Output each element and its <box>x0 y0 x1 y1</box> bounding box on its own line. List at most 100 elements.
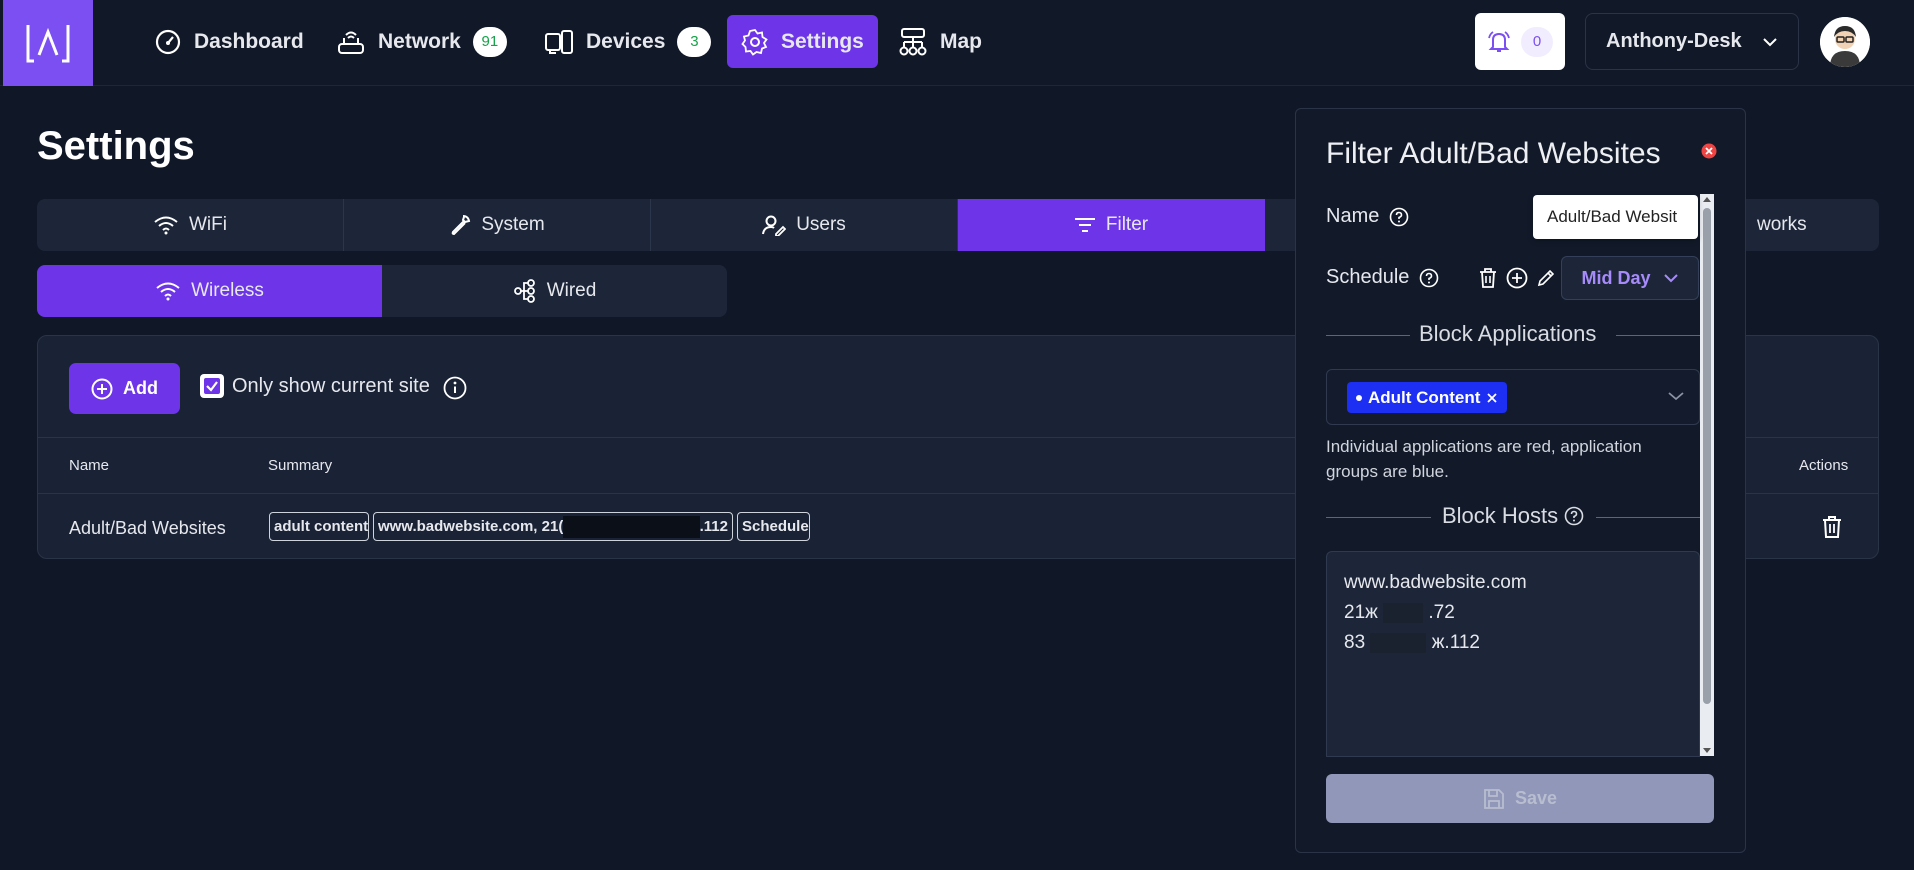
schedule-value: Mid Day <box>1581 267 1651 288</box>
info-icon[interactable] <box>443 376 467 400</box>
hosts-chip-end: .112 <box>699 518 728 535</box>
help-icon[interactable] <box>1389 207 1409 227</box>
user-edit-icon <box>762 215 787 236</box>
block-applications-select[interactable]: Adult Content <box>1326 369 1700 425</box>
top-navigation-bar: Dashboard Network 91 Devices 3 Settings <box>0 0 1914 86</box>
connection-subtabs: Wireless Wired <box>37 265 727 317</box>
wifi-icon <box>154 216 178 235</box>
nav-settings-label: Settings <box>781 29 864 53</box>
subtab-wired[interactable]: Wired <box>382 265 727 317</box>
gauge-icon <box>155 29 181 54</box>
gear-icon <box>741 28 768 56</box>
trash-icon[interactable] <box>1478 267 1498 289</box>
drawer-title: Filter Adult/Bad Websites <box>1326 137 1661 170</box>
host-start: 21ж <box>1344 602 1378 623</box>
avatar-image <box>1820 17 1870 67</box>
redaction-bar <box>1383 602 1424 623</box>
schedule-select[interactable]: Mid Day <box>1561 256 1699 300</box>
notifications-button[interactable]: 0 <box>1475 13 1565 70</box>
wifi-icon <box>156 282 180 301</box>
schedule-field-label: Schedule <box>1326 266 1439 289</box>
tab-wifi[interactable]: WiFi <box>37 199 344 251</box>
tab-filter[interactable]: Filter <box>958 199 1265 251</box>
tab-users-label: Users <box>796 214 846 235</box>
name-input[interactable]: Adult/Bad Websit <box>1533 195 1698 239</box>
block-hosts-title: Block Hosts <box>1442 503 1584 529</box>
logo-icon <box>26 25 70 63</box>
host-end: ж.112 <box>1431 632 1480 653</box>
name-field-label: Name <box>1326 205 1409 228</box>
tag-dot <box>1356 394 1362 401</box>
tab-users[interactable]: Users <box>651 199 958 251</box>
only-current-site-toggle[interactable]: Only show current site <box>200 374 430 398</box>
sitemap-icon <box>899 27 927 55</box>
tab-networks-label: works <box>1757 214 1807 235</box>
block-hosts-label: Block Hosts <box>1442 503 1559 528</box>
name-label: Name <box>1326 205 1380 227</box>
scrollbar-thumb[interactable] <box>1703 208 1711 704</box>
divider <box>1596 517 1700 518</box>
host-start: www.badwebsite.com <box>1344 572 1527 593</box>
only-current-site-checkbox[interactable] <box>200 374 224 398</box>
nav-dashboard[interactable]: Dashboard <box>140 15 318 68</box>
hosts-chip-start: www.badwebsite.com, 21( <box>378 518 564 535</box>
column-header-summary[interactable]: Summary <box>268 457 332 474</box>
plus-circle-icon[interactable] <box>1506 267 1528 289</box>
save-button[interactable]: Save <box>1326 774 1714 823</box>
chevron-down-icon[interactable] <box>1667 390 1685 402</box>
filter-icon <box>1074 218 1095 232</box>
nav-network-label: Network <box>378 29 461 53</box>
column-header-name[interactable]: Name <box>69 457 109 474</box>
divider <box>1326 335 1410 336</box>
remove-tag-icon[interactable] <box>1486 392 1498 404</box>
site-selector[interactable]: Anthony-Desk <box>1585 13 1799 70</box>
host-end: .72 <box>1428 602 1455 623</box>
close-icon <box>1701 143 1717 159</box>
nav-dashboard-label: Dashboard <box>194 29 304 53</box>
user-avatar[interactable] <box>1820 17 1870 67</box>
applications-hint: Individual applications are red, applica… <box>1326 437 1642 481</box>
nav-network[interactable]: Network 91 <box>322 15 521 68</box>
help-icon[interactable] <box>1419 268 1439 288</box>
summary-chip-hosts: www.badwebsite.com, 21( .112 <box>373 512 733 541</box>
filter-name-cell: Adult/Bad Websites <box>69 518 226 538</box>
tab-system[interactable]: System <box>344 199 651 251</box>
block-applications-title: Block Applications <box>1419 321 1596 347</box>
tab-system-label: System <box>481 214 545 235</box>
schedule-label: Schedule <box>1326 266 1410 288</box>
summary-chip-schedule: Schedule <box>737 512 810 541</box>
nav-settings[interactable]: Settings <box>727 15 878 68</box>
nav-devices[interactable]: Devices 3 <box>530 15 725 68</box>
nav-devices-label: Devices <box>586 29 666 53</box>
close-drawer-button[interactable] <box>1701 143 1717 159</box>
pencil-icon[interactable] <box>1536 268 1556 288</box>
help-icon[interactable] <box>1564 506 1584 526</box>
host-start: 83 <box>1344 632 1366 653</box>
delete-filter-button[interactable] <box>1821 515 1843 539</box>
wrench-icon <box>451 215 471 236</box>
scroll-up-icon[interactable] <box>1700 194 1714 204</box>
block-hosts-textarea[interactable]: www.badwebsite.com 21ж .72 83 ж.112 <box>1326 551 1700 757</box>
scroll-down-icon[interactable] <box>1700 746 1714 756</box>
devices-icon <box>545 29 573 54</box>
site-name: Anthony-Desk <box>1606 30 1742 52</box>
nav-map[interactable]: Map <box>884 15 996 68</box>
app-tag-adult-content[interactable]: Adult Content <box>1347 382 1508 413</box>
add-filter-button[interactable]: Add <box>69 363 180 414</box>
floppy-disk-icon <box>1484 788 1504 809</box>
subtab-wireless[interactable]: Wireless <box>37 265 382 317</box>
drawer-scrollbar[interactable] <box>1700 194 1714 756</box>
bell-icon <box>1488 30 1510 52</box>
add-button-label: Add <box>123 378 158 398</box>
network-count-badge: 91 <box>472 26 507 57</box>
checkmark-icon <box>204 378 220 394</box>
host-line: 21ж .72 <box>1344 598 1682 628</box>
tab-filter-label: Filter <box>1105 214 1149 235</box>
nav-map-label: Map <box>940 29 982 53</box>
subtab-wireless-label: Wireless <box>191 280 264 301</box>
only-current-site-label: Only show current site <box>232 374 430 397</box>
app-logo[interactable] <box>3 0 93 86</box>
app-tag-label: Adult Content <box>1368 387 1481 407</box>
devices-count-badge: 3 <box>677 26 712 57</box>
notifications-count: 0 <box>1521 26 1553 57</box>
